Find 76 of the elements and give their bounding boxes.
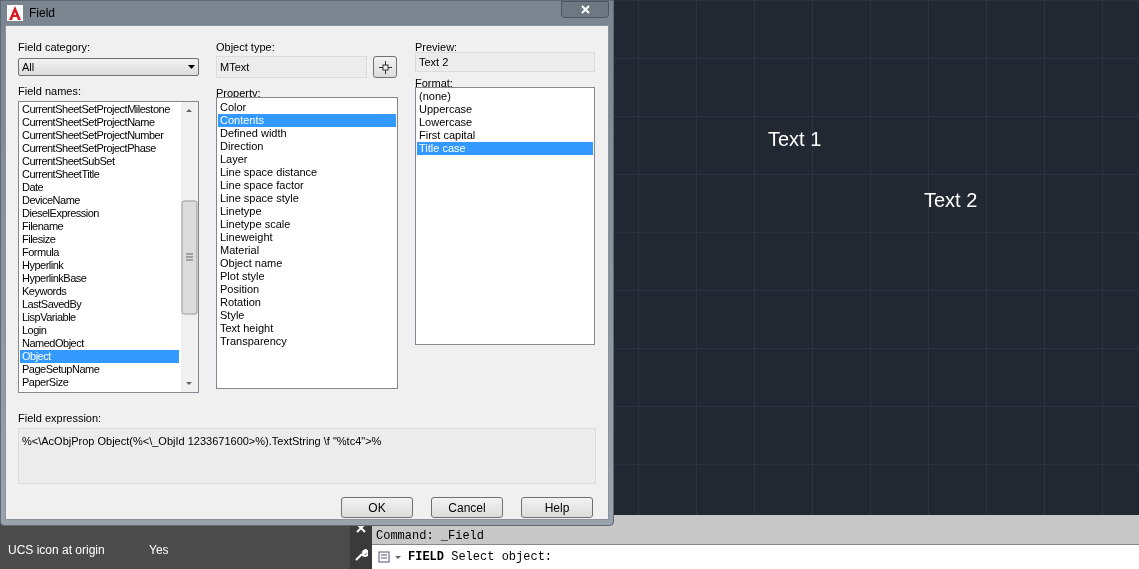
list-item[interactable]: Lowercase: [417, 116, 593, 129]
list-item[interactable]: LastSavedBy: [20, 298, 179, 311]
list-item[interactable]: Material: [218, 244, 396, 257]
list-item[interactable]: PageSetupName: [20, 363, 179, 376]
list-item[interactable]: Plot style: [218, 270, 396, 283]
pick-object-button[interactable]: [373, 56, 397, 78]
field-label: Field names:: [18, 84, 82, 98]
list-item[interactable]: Direction: [218, 140, 396, 153]
list-item[interactable]: PaperSize: [20, 376, 179, 389]
wrench-icon[interactable]: [354, 547, 368, 562]
list-item[interactable]: CurrentSheetSetProjectName: [20, 116, 179, 129]
list-item[interactable]: Uppercase: [417, 103, 593, 116]
field-label: Preview:: [415, 40, 459, 54]
caret-icon: [188, 65, 195, 69]
list-item[interactable]: Line space style: [218, 192, 396, 205]
list-item[interactable]: Text height: [218, 322, 396, 335]
list-item[interactable]: DeviceName: [20, 194, 179, 207]
list-item[interactable]: Transparency: [218, 335, 396, 348]
list-item[interactable]: Layer: [218, 153, 396, 166]
command-prompt: FIELD Select object:: [408, 549, 553, 566]
list-item[interactable]: CurrentSheetSubSet: [20, 155, 179, 168]
list-item[interactable]: Defined width: [218, 127, 396, 140]
list-item[interactable]: Date: [20, 181, 179, 194]
field-label: Property:: [216, 86, 262, 100]
field-names-list[interactable]: [18, 101, 199, 393]
list-item[interactable]: Line space distance: [218, 166, 396, 179]
list-item[interactable]: DieselExpression: [20, 207, 179, 220]
list-item[interactable]: Style: [218, 309, 396, 322]
dropdown[interactable]: All: [18, 58, 199, 76]
list-item[interactable]: Linetype: [218, 205, 396, 218]
list-item[interactable]: Color: [218, 101, 396, 114]
property-name: UCS icon at origin: [7, 542, 106, 559]
list-item[interactable]: First capital: [417, 129, 593, 142]
list-item[interactable]: Object name: [218, 257, 396, 270]
list-item[interactable]: Line space factor: [218, 179, 396, 192]
field-label: Field category:: [18, 40, 92, 54]
canvas-text: Text 1: [768, 127, 822, 152]
canvas-text: Text 2: [924, 188, 978, 213]
crosshair-icon: [378, 60, 392, 74]
list-item[interactable]: CurrentSheetSetProjectMilestone: [20, 103, 179, 116]
field-label: Object type:: [216, 40, 276, 54]
format-list[interactable]: (none) Uppercase Lowercase First capital Title case: [415, 87, 595, 345]
dialog-button[interactable]: OK: [341, 497, 413, 518]
list-item[interactable]: CurrentSheetSetProjectNumber: [20, 129, 179, 142]
app-logo-icon: [7, 5, 23, 21]
scrollbar[interactable]: [181, 102, 198, 392]
dialog-button[interactable]: Help: [521, 497, 593, 518]
list-item[interactable]: Keywords: [20, 285, 179, 298]
list-item[interactable]: Filename: [20, 220, 179, 233]
close-icon: [580, 5, 590, 14]
window-title: Field: [29, 5, 55, 22]
command-icon[interactable]: [378, 550, 402, 564]
list-item[interactable]: Hyperlink: [20, 259, 179, 272]
list-item[interactable]: Login: [20, 324, 179, 337]
list-item[interactable]: (none): [417, 90, 593, 103]
list-item[interactable]: LispVariable: [20, 311, 179, 324]
field-label: Field expression:: [18, 411, 103, 425]
list-item[interactable]: Position: [218, 283, 396, 296]
list-item[interactable]: Filesize: [20, 233, 179, 246]
list-item[interactable]: Lineweight: [218, 231, 396, 244]
list-item[interactable]: CurrentSheetSetProjectPhase: [20, 142, 179, 155]
command-input[interactable]: FIELD Select object:: [372, 545, 1139, 569]
property-value: Yes: [149, 542, 169, 559]
preview-field: Text 2: [415, 52, 595, 72]
close-button[interactable]: [561, 1, 609, 18]
object-type-field: MText: [216, 56, 367, 78]
list-item[interactable]: NamedObject: [20, 337, 179, 350]
list-item[interactable]: HyperlinkBase: [20, 272, 179, 285]
list-item[interactable]: CurrentSheetTitle: [20, 168, 179, 181]
list-item[interactable]: Linetype scale: [218, 218, 396, 231]
dialog-button[interactable]: Cancel: [431, 497, 503, 518]
field-label: Format:: [415, 76, 454, 90]
property-list[interactable]: [216, 97, 398, 389]
list-item[interactable]: Formula: [20, 246, 179, 259]
list-item[interactable]: Rotation: [218, 296, 396, 309]
field-expression-box: %<\AcObjProp Object(%<\_ObjId 1233671600>%).TextString \f "%tc4">%: [18, 428, 596, 484]
